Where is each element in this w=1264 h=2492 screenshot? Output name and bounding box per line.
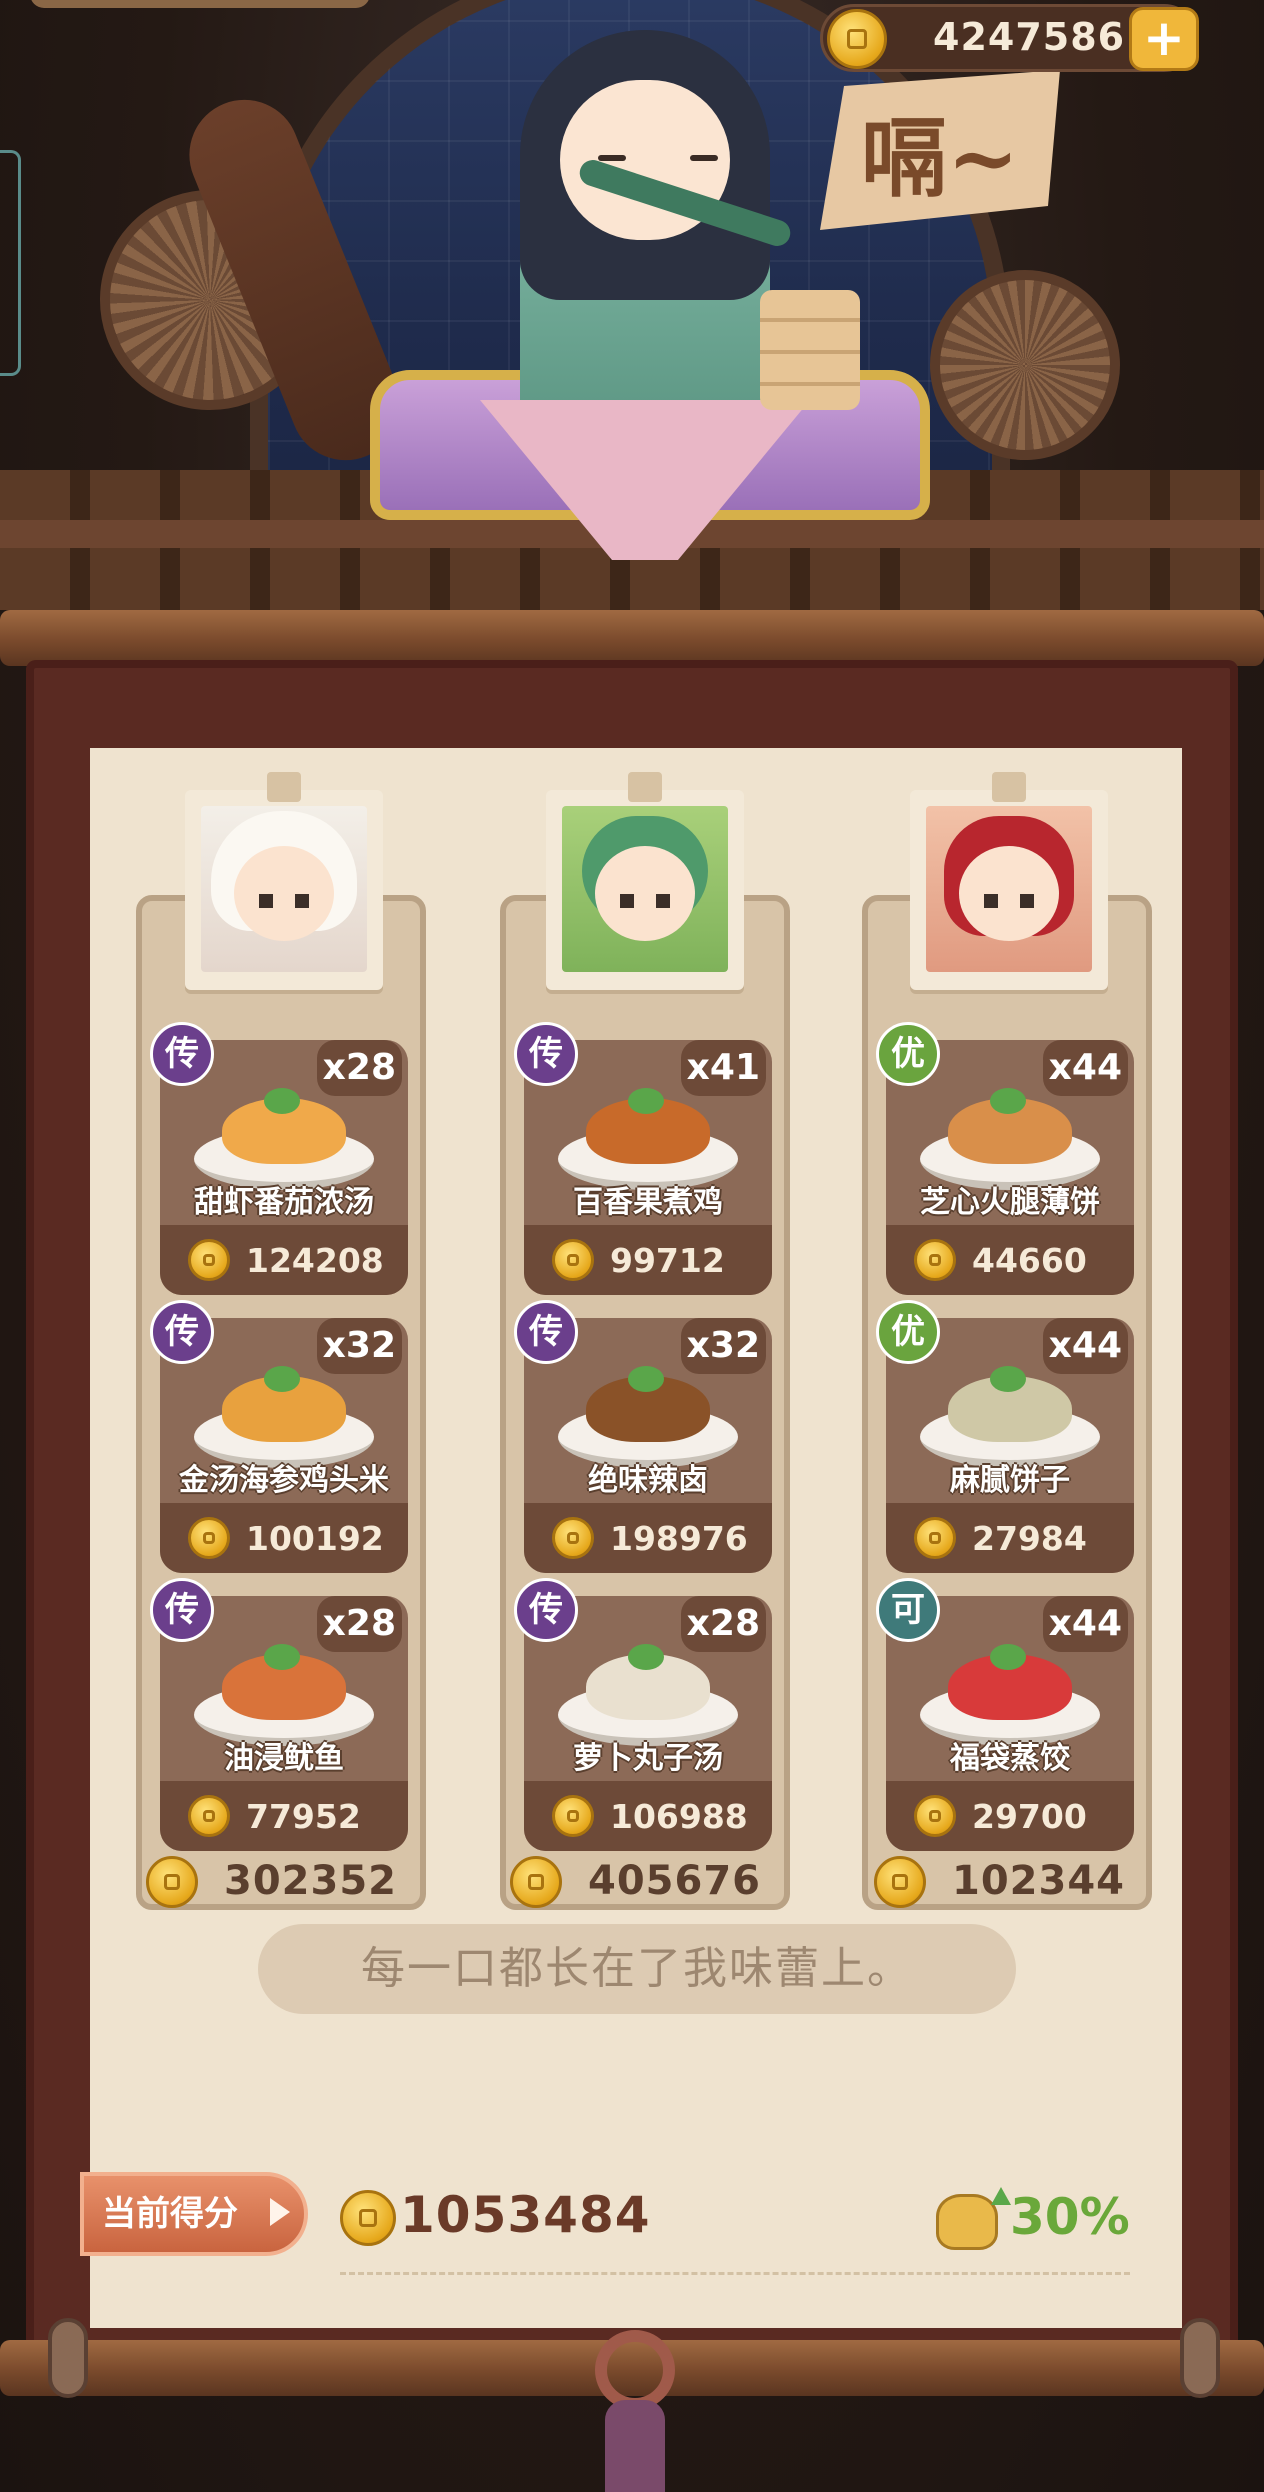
dish-name: 百香果煮鸡 bbox=[573, 1185, 723, 1220]
up-arrow-icon bbox=[991, 2187, 1011, 2205]
coin-icon bbox=[874, 1856, 926, 1908]
coin-icon bbox=[340, 2190, 396, 2246]
coin-icon bbox=[188, 1239, 230, 1281]
bonus-pot-icon bbox=[936, 2187, 1011, 2250]
judge-portrait-frame[interactable] bbox=[185, 772, 383, 990]
judge-portrait-frame[interactable] bbox=[910, 772, 1108, 990]
dish-price: 29700 bbox=[972, 1797, 1087, 1836]
dish-name: 麻腻饼子 bbox=[950, 1463, 1070, 1498]
coin-balance: 4247586 bbox=[933, 15, 1126, 59]
dish-price: 124208 bbox=[246, 1241, 384, 1280]
top-tab bbox=[30, 0, 370, 8]
dish-card[interactable]: x44 可 福袋蒸饺 29700 bbox=[876, 1578, 1134, 1851]
dish-quantity: x44 bbox=[1042, 1596, 1128, 1652]
dish-price: 99712 bbox=[610, 1241, 725, 1280]
dish-name: 油浸鱿鱼 bbox=[224, 1741, 344, 1776]
dish-rank-badge: 传 bbox=[150, 1022, 214, 1086]
judge-comment: 每一口都长在了我味蕾上。 bbox=[258, 1924, 1016, 2014]
scroll-cap bbox=[48, 2318, 88, 2398]
dish-rank-badge: 传 bbox=[514, 1300, 578, 1364]
dish-card[interactable]: x41 传 百香果煮鸡 99712 bbox=[514, 1022, 772, 1295]
dish-quantity: x28 bbox=[316, 1596, 402, 1652]
dish-card[interactable]: x32 传 绝味辣卤 198976 bbox=[514, 1300, 772, 1573]
current-score-value: 1053484 bbox=[400, 2186, 651, 2244]
character-eye bbox=[690, 155, 718, 161]
column-total-value: 405676 bbox=[588, 1858, 761, 1904]
dish-quantity: x44 bbox=[1042, 1318, 1128, 1374]
dish-card[interactable]: x28 传 甜虾番茄浓汤 124208 bbox=[150, 1022, 408, 1295]
coin-icon bbox=[552, 1239, 594, 1281]
dish-price: 44660 bbox=[972, 1241, 1087, 1280]
dish-card[interactable]: x44 优 芝心火腿薄饼 44660 bbox=[876, 1022, 1134, 1295]
dish-quantity: x32 bbox=[680, 1318, 766, 1374]
bonus-percent: 30% bbox=[1010, 2188, 1130, 2246]
current-score-label: 当前得分 bbox=[102, 2194, 238, 2234]
dish-rank-badge: 优 bbox=[876, 1300, 940, 1364]
dish-card[interactable]: x28 传 油浸鱿鱼 77952 bbox=[150, 1578, 408, 1851]
column-total: 102344 bbox=[874, 1852, 1174, 1912]
current-score-tab[interactable]: 当前得分 bbox=[80, 2172, 308, 2256]
dish-rank-badge: 传 bbox=[514, 1578, 578, 1642]
chinese-knot-ornament bbox=[570, 2330, 700, 2492]
dish-quantity: x44 bbox=[1042, 1040, 1128, 1096]
coin-icon bbox=[510, 1856, 562, 1908]
dish-card[interactable]: x32 传 金汤海参鸡头米 100192 bbox=[150, 1300, 408, 1573]
dish-quantity: x32 bbox=[316, 1318, 402, 1374]
burp-sign: 嗝~ bbox=[820, 70, 1060, 230]
dish-card[interactable]: x44 优 麻腻饼子 27984 bbox=[876, 1300, 1134, 1573]
dish-price: 198976 bbox=[610, 1519, 748, 1558]
dish-name: 芝心火腿薄饼 bbox=[920, 1185, 1100, 1220]
divider bbox=[340, 2272, 1130, 2275]
judge-portrait bbox=[562, 806, 728, 972]
stacked-bowls bbox=[760, 290, 860, 410]
coin-icon bbox=[827, 9, 887, 69]
column-total: 302352 bbox=[146, 1852, 446, 1912]
column-total-value: 302352 bbox=[224, 1858, 397, 1904]
column-total: 405676 bbox=[510, 1852, 810, 1912]
coin-icon bbox=[914, 1517, 956, 1559]
dish-price: 27984 bbox=[972, 1519, 1087, 1558]
character-eye bbox=[598, 155, 626, 161]
dish-card[interactable]: x28 传 萝卜丸子汤 106988 bbox=[514, 1578, 772, 1851]
dish-quantity: x41 bbox=[680, 1040, 766, 1096]
coin-icon bbox=[914, 1795, 956, 1837]
dish-price: 100192 bbox=[246, 1519, 384, 1558]
judge-portrait bbox=[201, 806, 367, 972]
game-screen: 嗝~ 4247586 + x28 传 甜虾番茄浓汤 124208 x32 传 金… bbox=[0, 0, 1264, 2492]
restaurant-scene: 嗝~ 4247586 + bbox=[0, 0, 1264, 640]
dish-name: 福袋蒸饺 bbox=[950, 1741, 1070, 1776]
column-total-value: 102344 bbox=[952, 1858, 1125, 1904]
side-tab[interactable] bbox=[0, 150, 21, 376]
dish-quantity: x28 bbox=[316, 1040, 402, 1096]
dish-rank-badge: 传 bbox=[150, 1300, 214, 1364]
dish-name: 绝味辣卤 bbox=[588, 1463, 708, 1498]
add-coins-button[interactable]: + bbox=[1129, 7, 1199, 71]
dish-price: 106988 bbox=[610, 1797, 748, 1836]
coin-icon bbox=[188, 1517, 230, 1559]
dish-rank-badge: 传 bbox=[150, 1578, 214, 1642]
judge-portrait bbox=[926, 806, 1092, 972]
coin-icon bbox=[552, 1517, 594, 1559]
dish-name: 甜虾番茄浓汤 bbox=[194, 1185, 374, 1220]
dish-rank-badge: 传 bbox=[514, 1022, 578, 1086]
dish-name: 萝卜丸子汤 bbox=[573, 1741, 723, 1776]
coin-balance-bar: 4247586 + bbox=[820, 4, 1199, 72]
dish-quantity: x28 bbox=[680, 1596, 766, 1652]
dish-name: 金汤海参鸡头米 bbox=[179, 1463, 389, 1498]
dish-rank-badge: 可 bbox=[876, 1578, 940, 1642]
judge-portrait-frame[interactable] bbox=[546, 772, 744, 990]
coin-icon bbox=[914, 1239, 956, 1281]
dish-rank-badge: 优 bbox=[876, 1022, 940, 1086]
scroll-rod-top bbox=[0, 610, 1264, 666]
scroll-cap bbox=[1180, 2318, 1220, 2398]
play-arrow-icon bbox=[270, 2198, 290, 2226]
dish-price: 77952 bbox=[246, 1797, 361, 1836]
coin-icon bbox=[552, 1795, 594, 1837]
coin-icon bbox=[146, 1856, 198, 1908]
coin-icon bbox=[188, 1795, 230, 1837]
